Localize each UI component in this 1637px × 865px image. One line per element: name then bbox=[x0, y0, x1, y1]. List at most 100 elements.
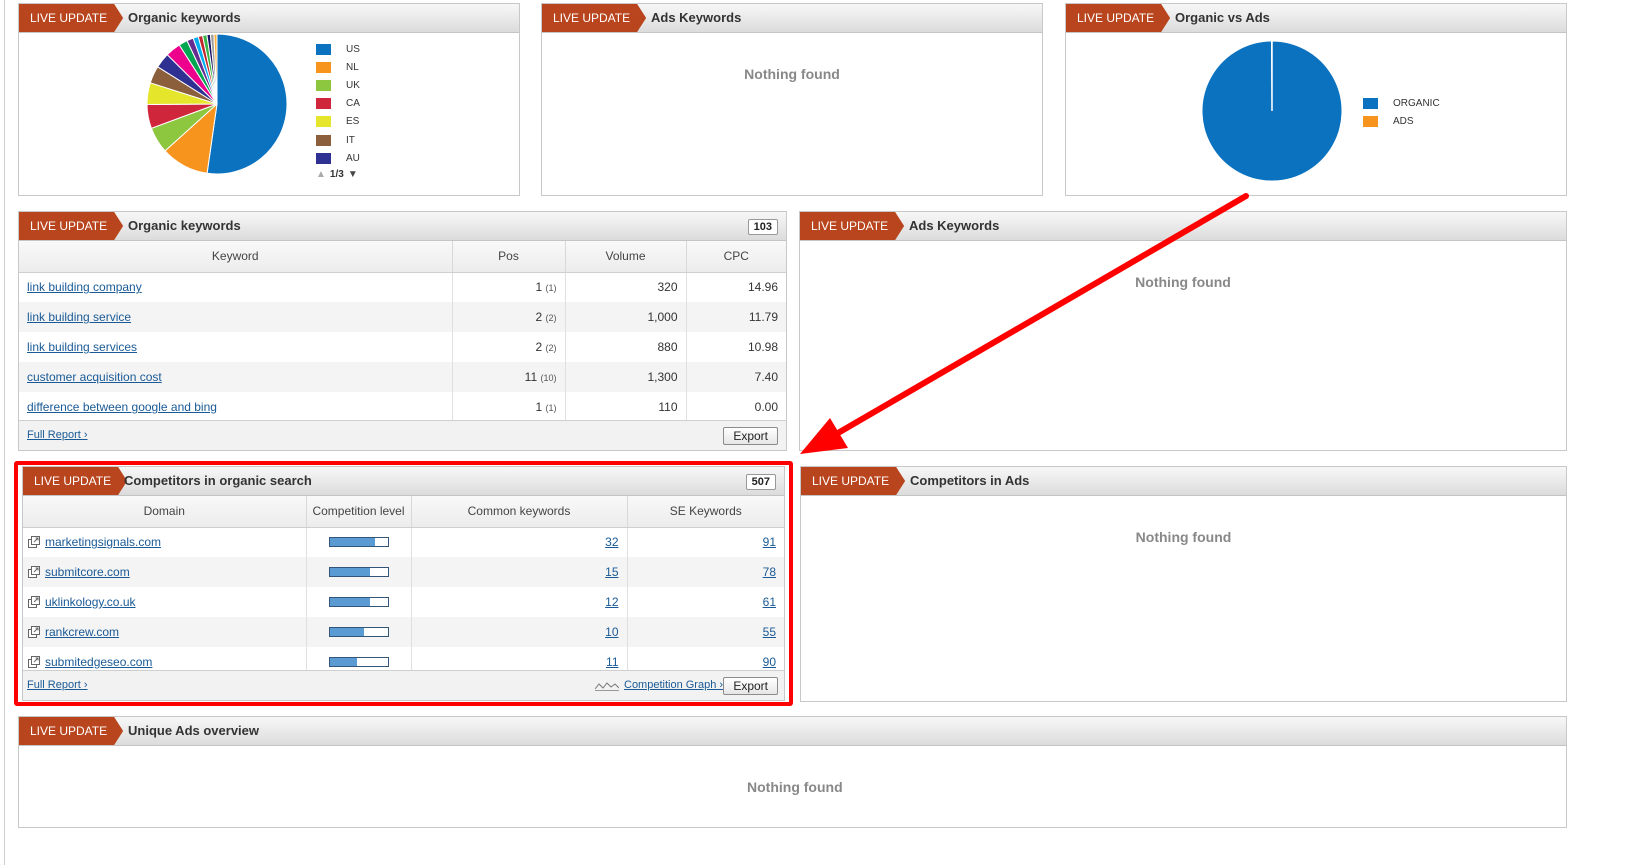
keyword-link[interactable]: link building company bbox=[27, 280, 142, 294]
cpc-cell: 7.40 bbox=[686, 362, 786, 392]
keyword-link[interactable]: difference between google and bing bbox=[27, 400, 217, 414]
widget-title: Organic keywords bbox=[128, 218, 241, 233]
widget-title: Organic keywords bbox=[128, 10, 241, 25]
common-keywords-link[interactable]: 10 bbox=[605, 625, 618, 639]
live-update-badge[interactable]: LIVE UPDATE bbox=[800, 212, 904, 240]
widget-header: LIVE UPDATE Organic keywords bbox=[19, 4, 519, 33]
col-common-keywords[interactable]: Common keywords bbox=[411, 496, 628, 528]
se-keywords-link[interactable]: 78 bbox=[763, 565, 776, 579]
keyword-link[interactable]: link building service bbox=[27, 310, 131, 324]
external-link-icon[interactable] bbox=[28, 566, 40, 578]
legend-item[interactable]: ORGANIC bbox=[1363, 94, 1440, 112]
legend-item[interactable]: AU bbox=[316, 149, 360, 167]
common-keywords-cell: 15 bbox=[411, 557, 628, 587]
competition-level-bar bbox=[328, 567, 389, 577]
widget-header: LIVE UPDATE Ads Keywords bbox=[542, 4, 1042, 33]
se-keywords-cell: 55 bbox=[627, 617, 784, 647]
pager-up-icon[interactable]: ▲ bbox=[316, 169, 326, 180]
live-update-badge[interactable]: LIVE UPDATE bbox=[1066, 4, 1170, 32]
legend-label: ES bbox=[346, 116, 360, 128]
live-update-badge[interactable]: LIVE UPDATE bbox=[801, 467, 905, 495]
competition-level-cell bbox=[306, 557, 412, 587]
volume-cell: 880 bbox=[565, 332, 687, 362]
full-report-link[interactable]: Full Report › bbox=[27, 429, 88, 441]
volume-cell: 1,000 bbox=[565, 302, 687, 332]
table-row: uklinkology.co.uk 12 61 bbox=[23, 587, 784, 617]
widget-header: LIVE UPDATE Unique Ads overview bbox=[19, 717, 1566, 746]
col-volume[interactable]: Volume bbox=[565, 241, 687, 273]
se-keywords-link[interactable]: 90 bbox=[763, 655, 776, 669]
empty-message: Nothing found bbox=[747, 779, 843, 795]
export-button[interactable]: Export bbox=[723, 427, 778, 445]
external-link-icon[interactable] bbox=[28, 596, 40, 608]
se-keywords-link[interactable]: 55 bbox=[763, 625, 776, 639]
volume-cell: 1,300 bbox=[565, 362, 687, 392]
legend-item[interactable]: UK bbox=[316, 76, 360, 94]
external-link-icon[interactable] bbox=[28, 626, 40, 638]
volume-cell: 110 bbox=[565, 392, 687, 422]
keyword-link[interactable]: customer acquisition cost bbox=[27, 370, 162, 384]
live-update-badge[interactable]: LIVE UPDATE bbox=[23, 467, 127, 495]
domain-link[interactable]: submitedgeseo.com bbox=[45, 655, 152, 669]
col-domain[interactable]: Domain bbox=[23, 496, 307, 528]
full-report-link[interactable]: Full Report › bbox=[27, 679, 88, 691]
common-keywords-link[interactable]: 15 bbox=[605, 565, 618, 579]
cpc-cell: 11.79 bbox=[686, 302, 786, 332]
legend-item[interactable]: ES bbox=[316, 113, 360, 131]
export-button[interactable]: Export bbox=[723, 677, 778, 695]
keyword-link[interactable]: link building services bbox=[27, 340, 137, 354]
se-keywords-link[interactable]: 61 bbox=[763, 595, 776, 609]
volume-cell: 320 bbox=[565, 272, 687, 302]
external-link-icon[interactable] bbox=[28, 536, 40, 549]
domain-link[interactable]: uklinkology.co.uk bbox=[45, 595, 136, 609]
live-update-badge[interactable]: LIVE UPDATE bbox=[542, 4, 646, 32]
empty-message: Nothing found bbox=[1135, 274, 1231, 290]
legend-item[interactable]: IT bbox=[316, 131, 360, 149]
se-keywords-cell: 91 bbox=[627, 527, 784, 557]
legend-swatch bbox=[316, 43, 331, 55]
live-update-badge[interactable]: LIVE UPDATE bbox=[19, 212, 123, 240]
widget-header: LIVE UPDATE Competitors in organic searc… bbox=[23, 467, 784, 496]
live-update-badge[interactable]: LIVE UPDATE bbox=[19, 717, 123, 745]
domain-cell: uklinkology.co.uk bbox=[23, 587, 307, 617]
widget-footer: Full Report › Competition Graph › Export bbox=[23, 670, 784, 700]
pos-cell: 2 (2) bbox=[452, 302, 566, 332]
col-pos[interactable]: Pos bbox=[452, 241, 566, 273]
legend-item[interactable]: CA bbox=[316, 95, 360, 113]
external-link-icon[interactable] bbox=[28, 656, 40, 668]
legend-item[interactable]: US bbox=[316, 40, 360, 58]
legend-item[interactable]: ADS bbox=[1363, 112, 1440, 130]
table-header-row: Keyword Pos Volume CPC bbox=[19, 241, 786, 273]
col-cpc[interactable]: CPC bbox=[686, 241, 786, 273]
live-update-badge[interactable]: LIVE UPDATE bbox=[19, 4, 123, 32]
domain-link[interactable]: marketingsignals.com bbox=[45, 535, 161, 549]
col-se-keywords[interactable]: SE Keywords bbox=[627, 496, 784, 528]
competition-level-cell bbox=[306, 527, 412, 557]
ads-keywords-top-widget: LIVE UPDATE Ads Keywords Nothing found bbox=[541, 3, 1043, 196]
table-row: submitcore.com 15 78 bbox=[23, 557, 784, 587]
legend-label: CA bbox=[346, 98, 360, 110]
common-keywords-cell: 10 bbox=[411, 617, 628, 647]
legend-label: IT bbox=[346, 134, 355, 146]
col-competition-level[interactable]: Competition level bbox=[306, 496, 412, 528]
table-row: marketingsignals.com 32 91 bbox=[23, 527, 784, 557]
competition-level-bar bbox=[328, 627, 389, 637]
left-divider bbox=[4, 0, 5, 865]
se-keywords-link[interactable]: 91 bbox=[763, 535, 776, 549]
pie-slice[interactable] bbox=[206, 34, 288, 175]
table-row: link building company 1 (1) 320 14.96 bbox=[19, 272, 786, 302]
common-keywords-link[interactable]: 11 bbox=[606, 655, 618, 669]
domain-link[interactable]: submitcore.com bbox=[45, 565, 130, 579]
cpc-cell: 14.96 bbox=[747, 280, 778, 295]
legend-item[interactable]: NL bbox=[316, 58, 360, 76]
col-keyword[interactable]: Keyword bbox=[19, 241, 453, 273]
organic-keywords-pie-widget: LIVE UPDATE Organic keywords US NL UK CA ES I… bbox=[18, 3, 520, 196]
common-keywords-link[interactable]: 12 bbox=[605, 595, 618, 609]
domain-link[interactable]: rankcrew.com bbox=[45, 625, 119, 639]
legend-label: NL bbox=[346, 61, 359, 73]
widget-header: LIVE UPDATE Competitors in Ads bbox=[801, 467, 1566, 496]
common-keywords-link[interactable]: 32 bbox=[605, 535, 618, 549]
competition-graph-link[interactable]: Competition Graph › bbox=[624, 679, 723, 691]
se-keywords-cell: 61 bbox=[627, 587, 784, 617]
pager-down-icon[interactable]: ▼ bbox=[348, 169, 358, 180]
